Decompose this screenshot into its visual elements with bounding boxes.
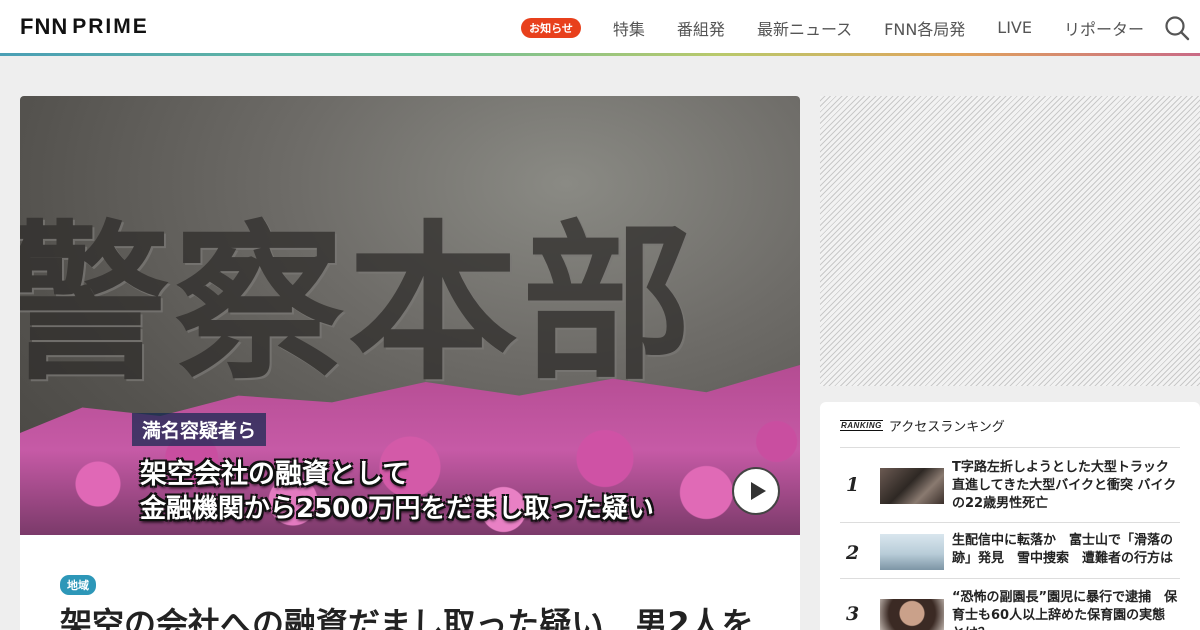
stone-engraving: 警察本部 bbox=[20, 204, 697, 404]
main-nav: お知らせ 特集 番組発 最新ニュース FNN各局発 LIVE リポーター bbox=[521, 0, 1144, 55]
category-badge[interactable]: 地域 bbox=[60, 575, 96, 595]
caption-line-2: 金融機関から2500万円をだまし取った疑い bbox=[140, 494, 654, 524]
ranking-title: アクセスランキング bbox=[888, 420, 1005, 435]
logo-fnn-text: FNN bbox=[20, 14, 69, 39]
ranking-item[interactable]: 2 生配信中に転落か 富士山で「滑落の跡」発見 雪中捜索 遭難者の行方は bbox=[840, 522, 1180, 578]
ad-placeholder bbox=[820, 96, 1200, 386]
nav-item-fnn-stations[interactable]: FNN各局発 bbox=[884, 16, 965, 40]
article-summary: 地域 架空の会社への融資だまし取った疑い 男2人を bbox=[20, 535, 800, 630]
rank-number: 2 bbox=[846, 542, 860, 564]
rank-thumbnail bbox=[880, 534, 944, 570]
play-icon bbox=[750, 482, 766, 500]
play-button[interactable] bbox=[732, 467, 780, 515]
logo-prime-text: PRIME bbox=[72, 15, 149, 38]
rank-thumbnail bbox=[880, 468, 944, 504]
rank-headline: “恐怖の副園長”園児に暴行で逮捕 保育士も60人以上辞めた保育園の実態とは？ bbox=[952, 590, 1178, 630]
ranking-item[interactable]: 1 T字路左折しようとした大型トラック直進してきた大型バイクと衝突 バイクの22… bbox=[840, 447, 1180, 522]
ranking-header: RANKING アクセスランキング bbox=[840, 416, 1005, 435]
rank-thumbnail bbox=[880, 599, 944, 630]
nav-item-live[interactable]: LIVE bbox=[997, 18, 1032, 37]
ranking-tag: RANKING bbox=[840, 420, 883, 431]
article-title[interactable]: 架空の会社への融資だまし取った疑い 男2人を bbox=[60, 599, 754, 630]
nav-item-programs[interactable]: 番組発 bbox=[677, 16, 725, 40]
search-icon[interactable] bbox=[1164, 15, 1190, 41]
header-accent-line bbox=[0, 53, 1200, 56]
fnn-prime-logo[interactable]: FNN PRIME bbox=[20, 14, 149, 40]
notice-badge[interactable]: お知らせ bbox=[521, 17, 581, 38]
caption-suspects: 満名容疑者ら bbox=[132, 413, 267, 446]
nav-item-reporter[interactable]: リポーター bbox=[1064, 16, 1144, 40]
rank-number: 3 bbox=[846, 603, 860, 625]
nav-item-latest-news[interactable]: 最新ニュース bbox=[757, 16, 852, 40]
access-ranking: RANKING アクセスランキング 1 T字路左折しようとした大型トラック直進し… bbox=[820, 402, 1200, 630]
rank-headline: 生配信中に転落か 富士山で「滑落の跡」発見 雪中捜索 遭難者の行方は bbox=[952, 533, 1174, 566]
rank-number: 1 bbox=[846, 474, 860, 496]
nav-item-features[interactable]: 特集 bbox=[613, 16, 645, 40]
rank-headline: T字路左折しようとした大型トラック直進してきた大型バイクと衝突 バイクの22歳男… bbox=[952, 460, 1177, 511]
hero-video-thumbnail[interactable]: 警察本部 満名容疑者ら 架空会社の融資として 金融機関から2500万円をだまし取… bbox=[20, 96, 800, 535]
ranking-item[interactable]: 3 “恐怖の副園長”園児に暴行で逮捕 保育士も60人以上辞めた保育園の実態とは？ bbox=[840, 578, 1180, 630]
site-header: FNN PRIME お知らせ 特集 番組発 最新ニュース FNN各局発 LIVE… bbox=[0, 0, 1200, 55]
